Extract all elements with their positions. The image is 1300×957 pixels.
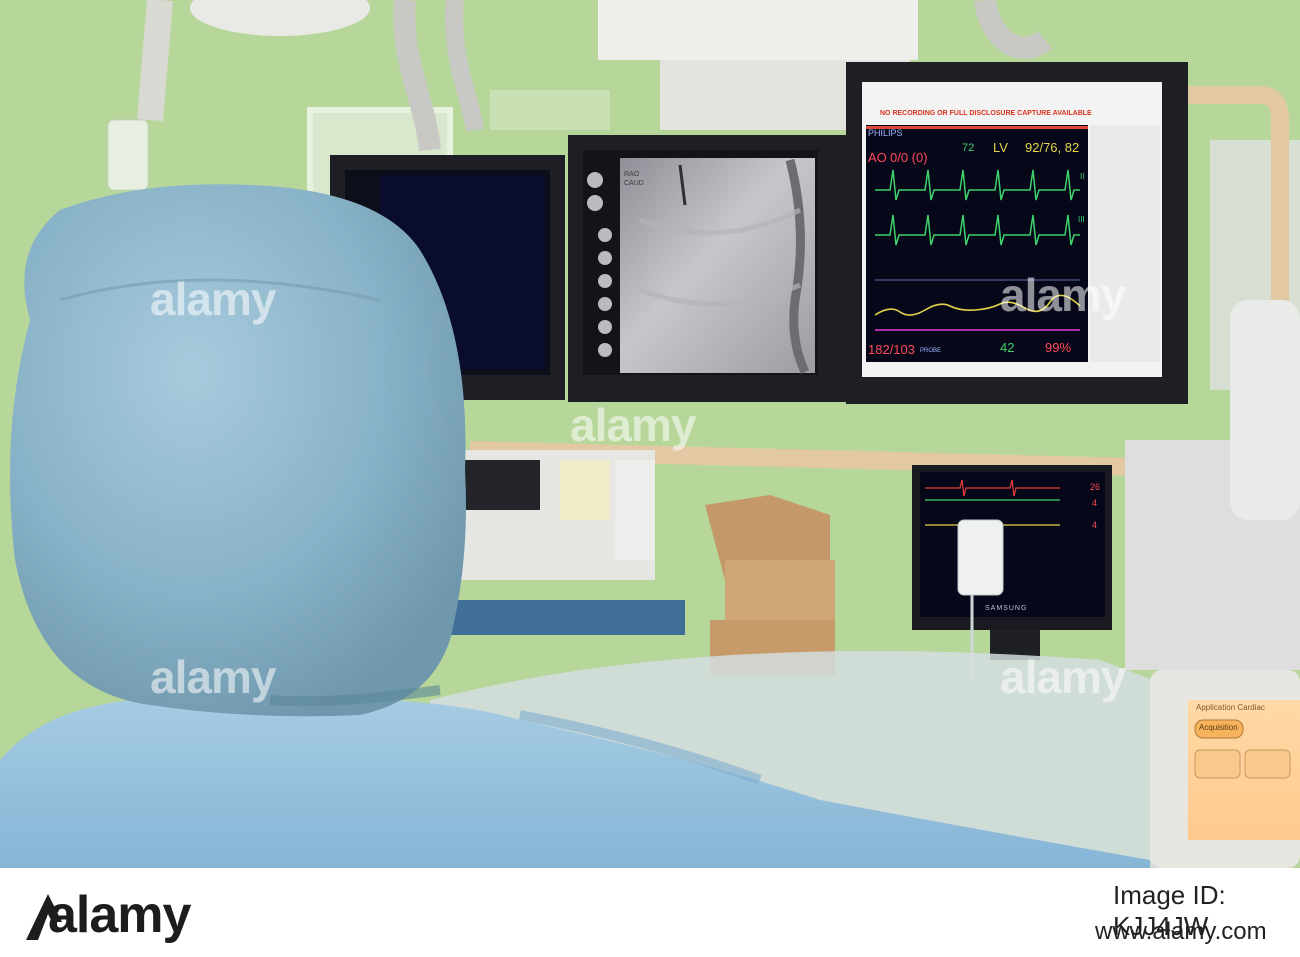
watermark-1: alamy — [150, 273, 276, 325]
footer-brand: alamy — [48, 886, 191, 944]
acquisition-button[interactable]: Acquisition — [1199, 723, 1238, 732]
lower-value: 42 — [1000, 340, 1015, 355]
cath-monitor-brand: SAMSUNG — [985, 605, 1028, 612]
table-panel-title: Application Cardiac — [1196, 703, 1265, 712]
lead-ii-label: II — [1080, 172, 1085, 181]
probe-label: PROBE — [920, 348, 942, 354]
watermark-2: alamy — [570, 399, 696, 451]
monitor-brand: PHILIPS — [868, 128, 903, 138]
bp-value: 182/103 — [868, 342, 915, 357]
fluoro-label: RAO CAUD — [624, 171, 644, 187]
cath-value-1: 26 — [1090, 482, 1101, 492]
footer-url[interactable]: www.alamy.com — [1095, 918, 1267, 946]
hr-value: 72 — [962, 142, 975, 154]
cath-value-3: 4 — [1092, 520, 1098, 530]
lv-label: LV — [993, 140, 1008, 155]
operating-room-photo: PHILIPS NO RECORDING OR FULL DISCLOSURE … — [0, 0, 1300, 868]
watermark-3: alamy — [1000, 269, 1126, 321]
ao-label: AO — [868, 150, 887, 165]
cath-value-2: 4 — [1092, 498, 1098, 508]
ao-value: 0/0 (0) — [890, 150, 928, 165]
watermark-4: alamy — [150, 651, 276, 703]
watermark-5: alamy — [1000, 651, 1126, 703]
monitor-banner: NO RECORDING OR FULL DISCLOSURE CAPTURE … — [880, 110, 1092, 117]
lv-value: 92/76, 82 — [1025, 140, 1080, 155]
lead-iii-label: III — [1078, 215, 1085, 224]
spo2-value: 99% — [1045, 340, 1072, 355]
